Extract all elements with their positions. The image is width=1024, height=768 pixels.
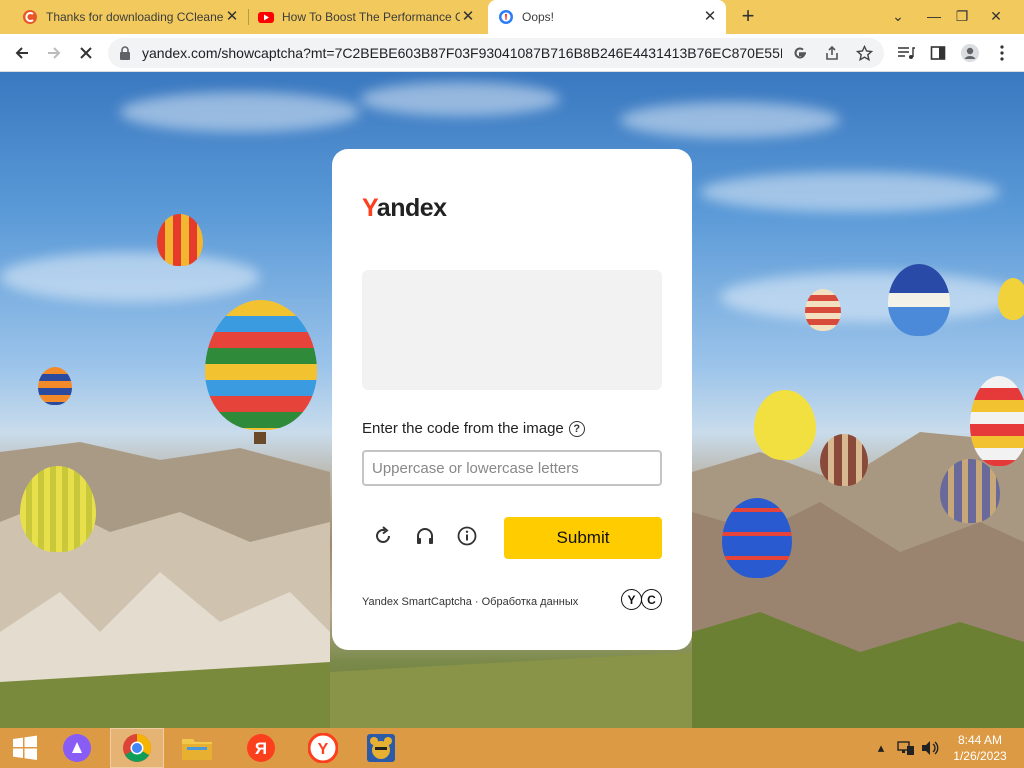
tab-title: How To Boost The Performance Of [282,10,460,24]
svg-text:Я: Я [255,739,267,758]
tray-chevron-up-icon[interactable]: ▴ [874,738,888,758]
cloud [720,272,1020,322]
smartcaptcha-logo: Y C [621,589,662,610]
close-tab-icon[interactable]: ✕ [702,9,718,25]
restore-icon[interactable]: ❐ [944,0,980,34]
hot-air-balloon [888,264,950,336]
hot-air-balloon [805,289,841,331]
captcha-footer[interactable]: Yandex SmartCaptcha · Обработка данных [362,596,578,608]
hot-air-balloon [20,466,96,552]
back-button[interactable] [8,40,36,66]
yandex-browser-icon [499,10,513,24]
captcha-prompt-label: Enter the code from the image [362,420,564,437]
yandex-browser-taskbar-icon: Y [308,733,338,763]
tab-ccleaner[interactable]: Thanks for downloading CCleaner ✕ [16,0,248,34]
yandex-browser-button[interactable]: Y [298,728,348,768]
hot-air-balloon [38,367,72,405]
bear-app-button[interactable] [356,728,406,768]
hot-air-balloon [820,434,868,486]
chrome-icon [123,734,151,762]
forward-arrow-icon [48,47,61,59]
yandex-logo-letter: Y [362,194,377,222]
captcha-page-background: Yandex Enter the code from the image ? S… [0,72,1024,728]
address-bar[interactable]: yandex.com/showcaptcha?mt=7C2BEBE603B87F… [108,38,884,68]
clock-date: 1/26/2023 [953,749,1007,763]
info-icon [457,526,477,546]
smartcaptcha-logo-letter: Y [621,589,642,610]
forward-button[interactable] [40,40,68,66]
hot-air-balloon [157,214,203,266]
tab-strip: Thanks for downloading CCleaner ✕ How To… [0,0,1024,34]
system-clock[interactable]: 8:44 AM 1/26/2023 [944,732,1016,764]
network-icon[interactable] [896,738,916,758]
chrome-taskbar-button[interactable] [110,728,164,768]
folder-icon [182,739,212,760]
windows-taskbar: Я Y ▴ 8:44 AM 1/26/2023 [0,728,1024,768]
clock-time: 8:44 AM [957,733,1003,747]
volume-icon[interactable] [920,738,940,758]
captcha-info-button[interactable] [453,522,481,550]
smartcaptcha-logo-letter: C [641,589,662,610]
windows-logo-icon [13,735,37,760]
hot-air-balloon [754,390,816,460]
alice-icon [63,734,91,762]
balloon-basket [254,432,266,444]
share-icon[interactable] [822,43,842,63]
hot-air-balloon [940,459,1000,523]
captcha-image [362,270,662,390]
google-icon[interactable] [790,43,810,63]
svg-text:Y: Y [318,741,329,758]
close-tab-icon[interactable]: ✕ [224,9,240,25]
question-mark-icon[interactable]: ? [568,420,585,437]
yandex-logo-text: andex [376,194,447,222]
kebab-menu-icon[interactable] [988,40,1016,66]
tab-separator [248,9,249,25]
tab-search-chevron-icon[interactable]: ⌄ [880,0,916,34]
bookmark-star-icon[interactable] [854,43,874,63]
alice-assistant-button[interactable] [52,728,102,768]
ccleaner-icon [23,10,37,24]
new-tab-button[interactable]: + [736,5,760,29]
cloud [120,92,360,132]
hot-air-balloon [998,278,1024,320]
hot-air-balloon [205,300,317,430]
cloud [620,102,840,138]
side-panel-icon[interactable] [924,40,952,66]
stop-x-icon [80,47,92,59]
address-url[interactable]: yandex.com/showcaptcha?mt=7C2BEBE603B87F… [142,45,782,61]
tab-oops[interactable]: Oops! ✕ [488,0,726,34]
tab-title: Oops! [522,10,555,24]
back-arrow-icon [15,47,28,59]
cloud [0,252,260,302]
browser-toolbar: yandex.com/showcaptcha?mt=7C2BEBE603B87F… [0,34,1024,72]
cloud [700,172,1000,212]
captcha-card: Yandex Enter the code from the image ? S… [332,149,692,650]
file-explorer-button[interactable] [172,728,222,768]
windows-start-button[interactable] [0,728,50,768]
close-tab-icon[interactable]: ✕ [460,9,476,25]
hot-air-balloon [970,376,1024,466]
lock-icon [120,46,130,60]
cloud [360,82,560,116]
stop-loading-button[interactable] [72,40,100,66]
media-control-icon[interactable] [892,40,920,66]
yandex-logo: Yandex [362,194,447,223]
tab-title: Thanks for downloading CCleaner [46,10,224,24]
captcha-prompt: Enter the code from the image ? [362,420,585,437]
hot-air-balloon [722,498,792,578]
captcha-code-input[interactable] [362,450,662,486]
tab-youtube[interactable]: How To Boost The Performance Of ✕ [252,0,484,34]
yandex-orange-button[interactable]: Я [236,728,286,768]
youtube-icon [258,12,274,23]
bear-icon [367,734,395,762]
submit-button[interactable]: Submit [504,517,662,559]
audio-captcha-button[interactable] [411,522,439,550]
profile-avatar-icon[interactable] [956,40,984,66]
refresh-icon [376,526,390,543]
refresh-captcha-button[interactable] [369,522,397,550]
yandex-ya-icon: Я [247,734,275,762]
headphones-icon [417,528,433,544]
close-window-icon[interactable]: ✕ [978,0,1014,34]
